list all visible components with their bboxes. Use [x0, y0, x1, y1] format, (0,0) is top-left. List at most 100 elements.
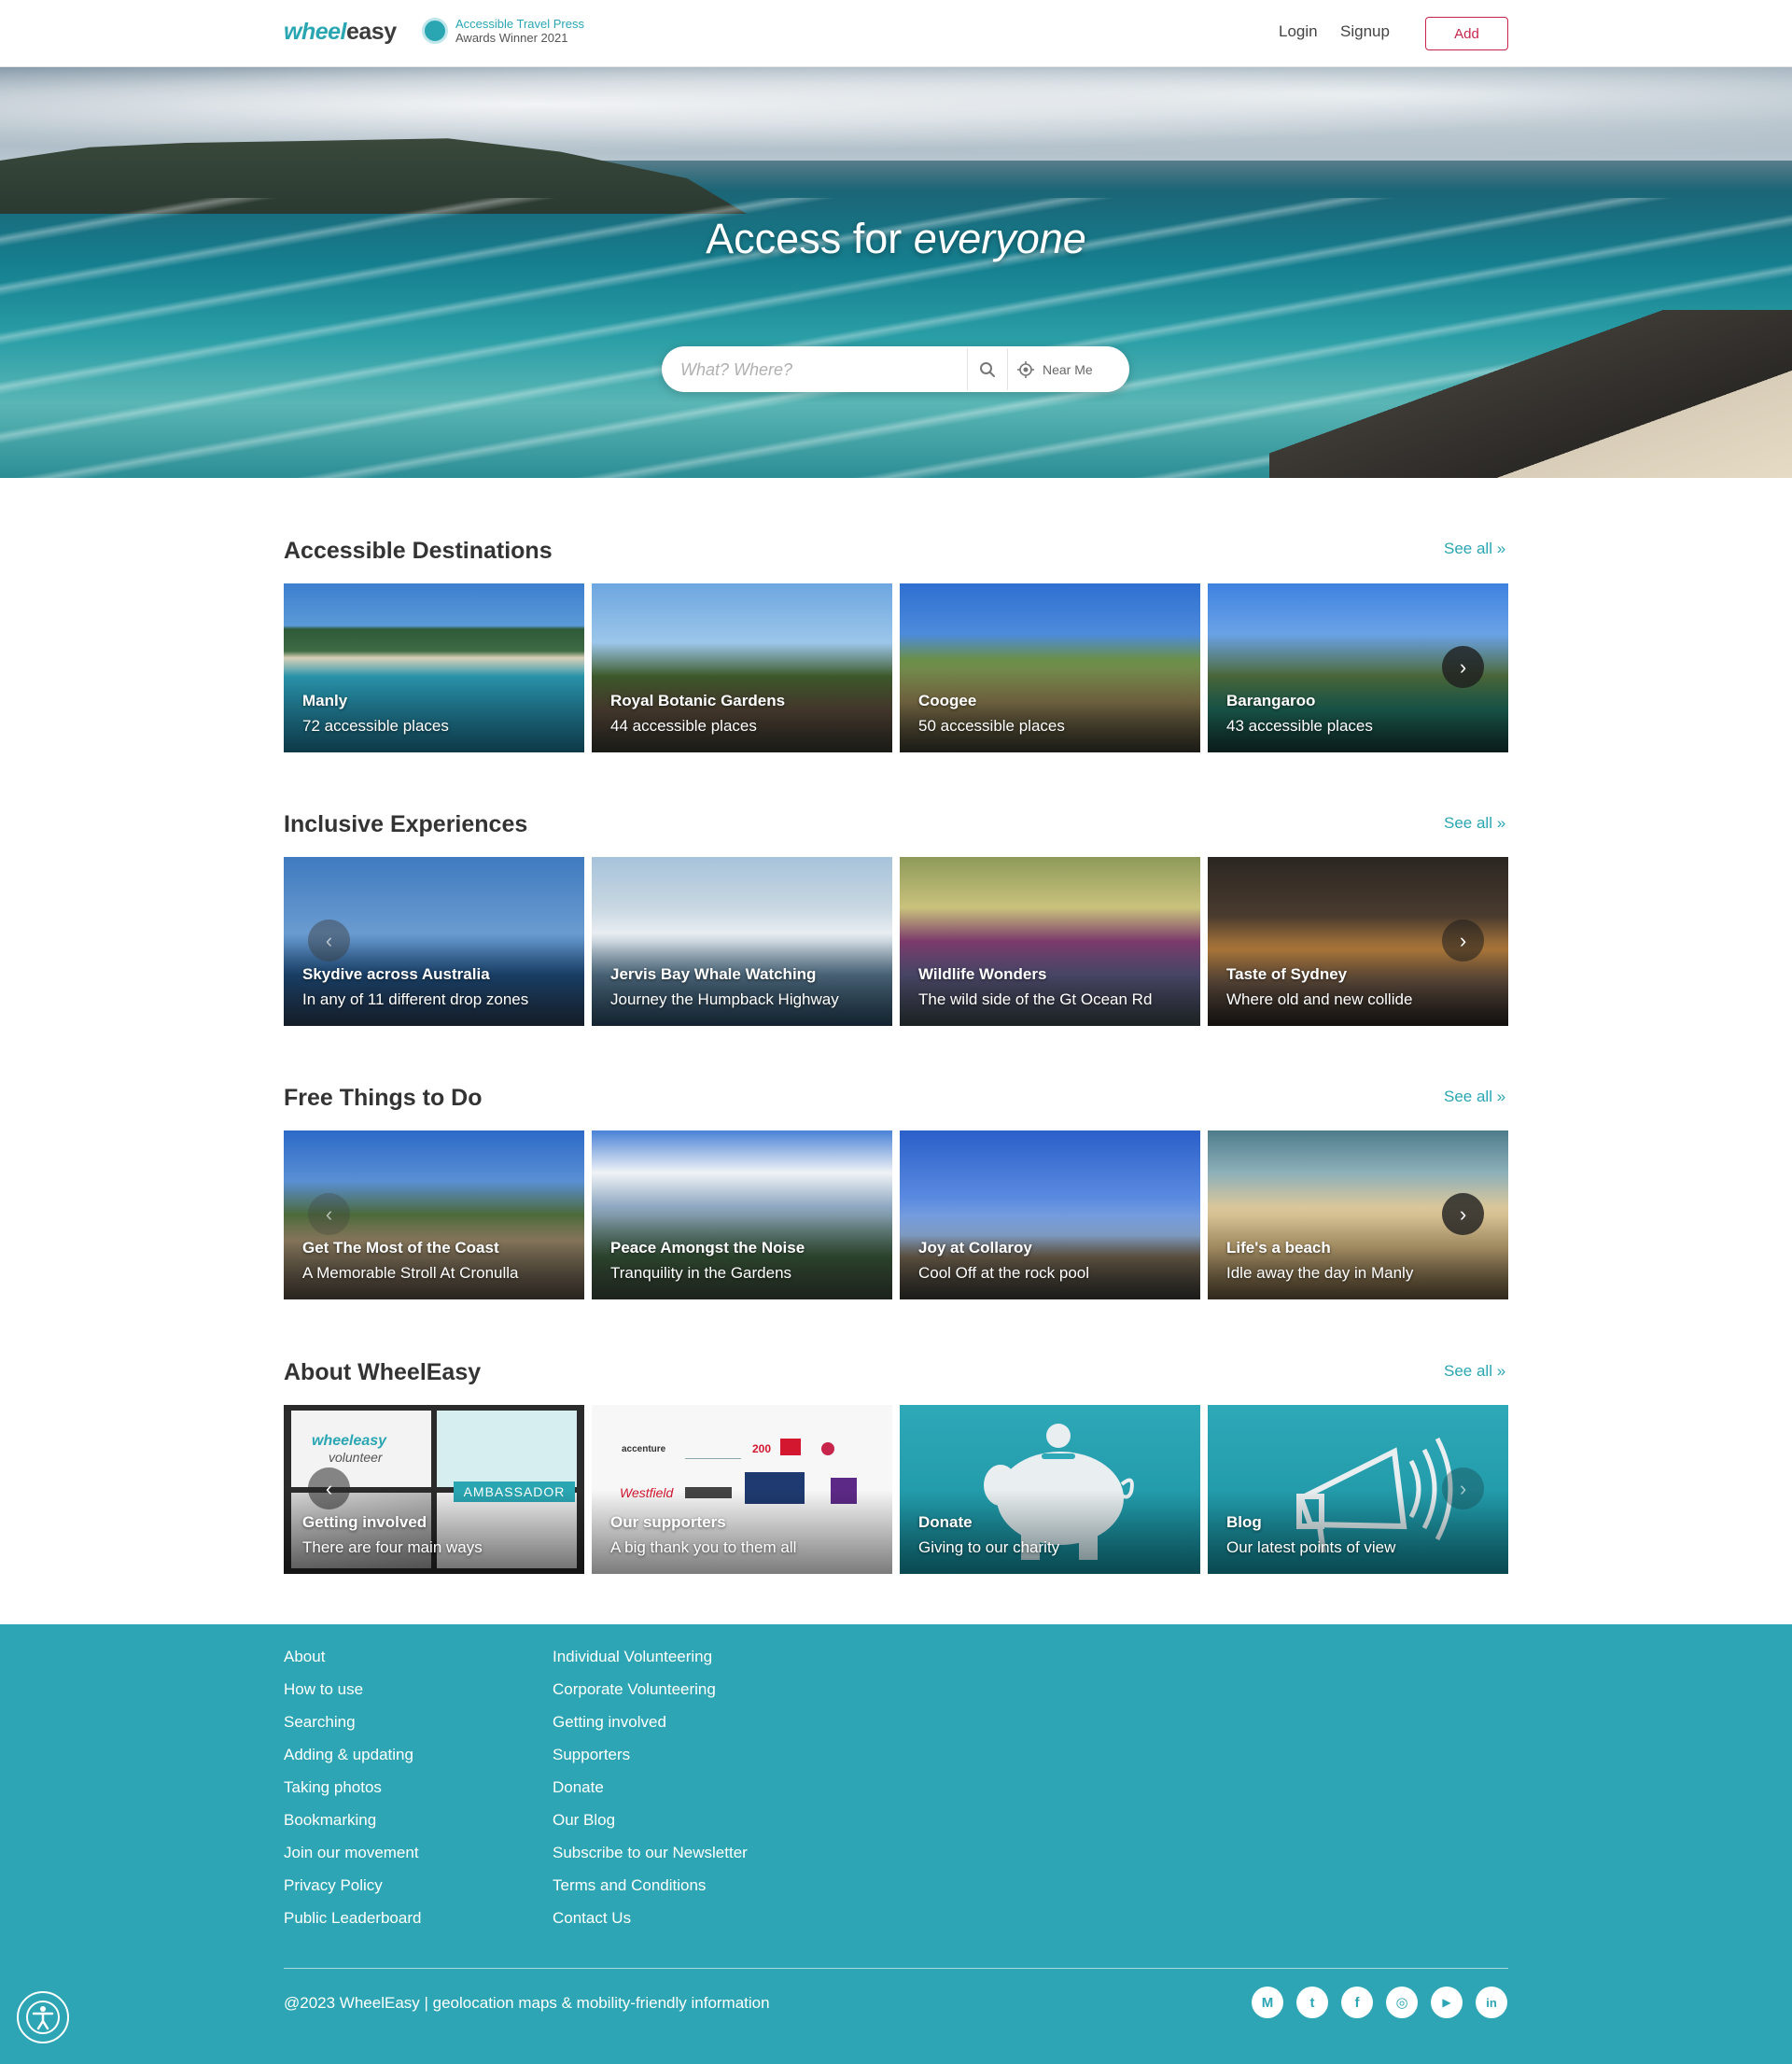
- accessibility-person-icon: [26, 2001, 60, 2034]
- footer-link-bookmarking[interactable]: Bookmarking: [284, 1811, 421, 1844]
- footer-link-how-to-use[interactable]: How to use: [284, 1680, 421, 1713]
- card-title: Manly: [302, 692, 348, 709]
- card-subtitle: A big thank you to them all: [610, 1538, 797, 1556]
- footer-link-contact-us[interactable]: Contact Us: [553, 1909, 748, 1942]
- see-all-about-link[interactable]: See all »: [1444, 1362, 1505, 1381]
- section-title-experiences: Inclusive Experiences: [284, 811, 528, 837]
- footer-link-about[interactable]: About: [284, 1648, 421, 1680]
- see-all-destinations-link[interactable]: See all »: [1444, 540, 1505, 558]
- footer-link-individual-volunteering[interactable]: Individual Volunteering: [553, 1648, 748, 1680]
- carousel-next-arrow-icon[interactable]: ›: [1442, 646, 1484, 688]
- footer-link-public-leaderboard[interactable]: Public Leaderboard: [284, 1909, 421, 1942]
- supporter-logo: [685, 1439, 741, 1459]
- experience-card-wildlife[interactable]: Wildlife Wonders The wild side of the Gt…: [900, 857, 1200, 1026]
- card-title: Our supporters: [610, 1513, 726, 1531]
- add-button[interactable]: Add: [1425, 17, 1508, 50]
- about-card-donate[interactable]: Donate Giving to our charity: [900, 1405, 1200, 1574]
- card-title: Peace Amongst the Noise: [610, 1239, 805, 1257]
- destination-card-manly[interactable]: Manly 72 accessible places: [284, 583, 584, 752]
- section-title-free-things: Free Things to Do: [284, 1085, 483, 1111]
- footer-link-getting-involved[interactable]: Getting involved: [553, 1713, 748, 1746]
- card-title: Life's a beach: [1226, 1239, 1331, 1257]
- hero-banner: Access for everyone Near Me: [0, 67, 1792, 478]
- search-input[interactable]: [680, 358, 960, 382]
- signup-link[interactable]: Signup: [1340, 22, 1390, 41]
- card-subtitle: 43 accessible places: [1226, 717, 1373, 735]
- twitter-icon[interactable]: t: [1296, 1987, 1328, 2018]
- site-header: wheeleasy Accessible Travel Press Awards…: [0, 0, 1792, 67]
- footer-link-join-movement[interactable]: Join our movement: [284, 1844, 421, 1876]
- card-title: Wildlife Wonders: [918, 965, 1047, 983]
- supporter-logo: 200: [752, 1442, 772, 1455]
- about-card-supporters[interactable]: accenture 200 Westfield Our supporters A…: [592, 1405, 892, 1574]
- footer-link-newsletter[interactable]: Subscribe to our Newsletter: [553, 1844, 748, 1876]
- carousel-next-arrow-icon[interactable]: ›: [1442, 1467, 1484, 1509]
- award-medal-icon: [422, 18, 448, 44]
- footer-link-terms[interactable]: Terms and Conditions: [553, 1876, 748, 1909]
- award-line-2: Awards Winner 2021: [455, 31, 568, 45]
- card-subtitle: Tranquility in the Gardens: [610, 1264, 792, 1282]
- experience-card-whale-watching[interactable]: Jervis Bay Whale Watching Journey the Hu…: [592, 857, 892, 1026]
- card-title: Skydive across Australia: [302, 965, 490, 983]
- card-subtitle: Giving to our charity: [918, 1538, 1060, 1556]
- footer-link-privacy-policy[interactable]: Privacy Policy: [284, 1876, 421, 1909]
- linkedin-icon[interactable]: in: [1476, 1987, 1507, 2018]
- card-title: Taste of Sydney: [1226, 965, 1348, 983]
- location-target-icon: [1017, 360, 1034, 378]
- card-title: Jervis Bay Whale Watching: [610, 965, 817, 983]
- card-subtitle: There are four main ways: [302, 1538, 483, 1556]
- supporter-logo: [821, 1442, 834, 1455]
- card-subtitle: Journey the Humpback Highway: [610, 990, 839, 1008]
- card-subtitle: 50 accessible places: [918, 717, 1065, 735]
- card-subtitle: The wild side of the Gt Ocean Rd: [918, 990, 1153, 1008]
- volunteer-logo-sub: volunteer: [329, 1450, 383, 1465]
- see-all-free-things-link[interactable]: See all »: [1444, 1088, 1505, 1106]
- see-all-experiences-link[interactable]: See all »: [1444, 814, 1505, 833]
- card-subtitle: 44 accessible places: [610, 717, 757, 735]
- card-title: Coogee: [918, 692, 977, 709]
- youtube-icon[interactable]: ▶: [1431, 1987, 1463, 2018]
- wheeleasy-logo[interactable]: wheeleasy: [284, 19, 397, 46]
- destination-card-coogee[interactable]: Coogee 50 accessible places: [900, 583, 1200, 752]
- footer-link-corporate-volunteering[interactable]: Corporate Volunteering: [553, 1680, 748, 1713]
- hero-title: Access for everyone: [706, 215, 1086, 262]
- section-title-destinations: Accessible Destinations: [284, 538, 553, 564]
- free-card-gardens[interactable]: Peace Amongst the Noise Tranquility in t…: [592, 1130, 892, 1299]
- card-subtitle: Idle away the day in Manly: [1226, 1264, 1414, 1282]
- search-button[interactable]: [967, 348, 1008, 390]
- footer-column-volunteer: Individual Volunteering Corporate Volunt…: [553, 1648, 748, 1942]
- site-footer: About How to use Searching Adding & upda…: [0, 1624, 1792, 2064]
- near-me-button[interactable]: Near Me: [1016, 348, 1093, 390]
- card-subtitle: Our latest points of view: [1226, 1538, 1396, 1556]
- carousel-next-arrow-icon[interactable]: ›: [1442, 920, 1484, 962]
- footer-copyright: @2023 WheelEasy | geolocation maps & mob…: [284, 1994, 770, 2012]
- card-title: Blog: [1226, 1513, 1262, 1531]
- accessibility-menu-icon[interactable]: [17, 1991, 69, 2043]
- footer-link-searching[interactable]: Searching: [284, 1713, 421, 1746]
- award-line-1: Accessible Travel Press: [455, 17, 584, 31]
- facebook-icon[interactable]: f: [1341, 1987, 1373, 2018]
- footer-link-supporters[interactable]: Supporters: [553, 1746, 748, 1778]
- supporter-logo: [780, 1439, 801, 1455]
- card-subtitle: Where old and new collide: [1226, 990, 1413, 1008]
- destination-card-botanic-gardens[interactable]: Royal Botanic Gardens 44 accessible plac…: [592, 583, 892, 752]
- footer-link-taking-photos[interactable]: Taking photos: [284, 1778, 421, 1811]
- footer-divider: [284, 1968, 1508, 1969]
- medium-icon[interactable]: M: [1252, 1987, 1283, 2018]
- footer-link-adding-updating[interactable]: Adding & updating: [284, 1746, 421, 1778]
- instagram-icon[interactable]: ◎: [1386, 1987, 1418, 2018]
- card-title: Getting involved: [302, 1513, 427, 1531]
- free-card-collaroy[interactable]: Joy at Collaroy Cool Off at the rock poo…: [900, 1130, 1200, 1299]
- footer-link-our-blog[interactable]: Our Blog: [553, 1811, 748, 1844]
- search-icon: [980, 361, 995, 377]
- carousel-prev-arrow-icon[interactable]: ‹: [308, 920, 350, 962]
- search-bar: Near Me: [662, 346, 1129, 392]
- card-title: Get The Most of the Coast: [302, 1239, 499, 1257]
- login-link[interactable]: Login: [1279, 22, 1318, 41]
- carousel-next-arrow-icon[interactable]: ›: [1442, 1193, 1484, 1235]
- card-subtitle: A Memorable Stroll At Cronulla: [302, 1264, 519, 1282]
- carousel-prev-arrow-icon[interactable]: ‹: [308, 1193, 350, 1235]
- footer-column-about: About How to use Searching Adding & upda…: [284, 1648, 421, 1942]
- footer-link-donate[interactable]: Donate: [553, 1778, 748, 1811]
- carousel-prev-arrow-icon[interactable]: ‹: [308, 1467, 350, 1509]
